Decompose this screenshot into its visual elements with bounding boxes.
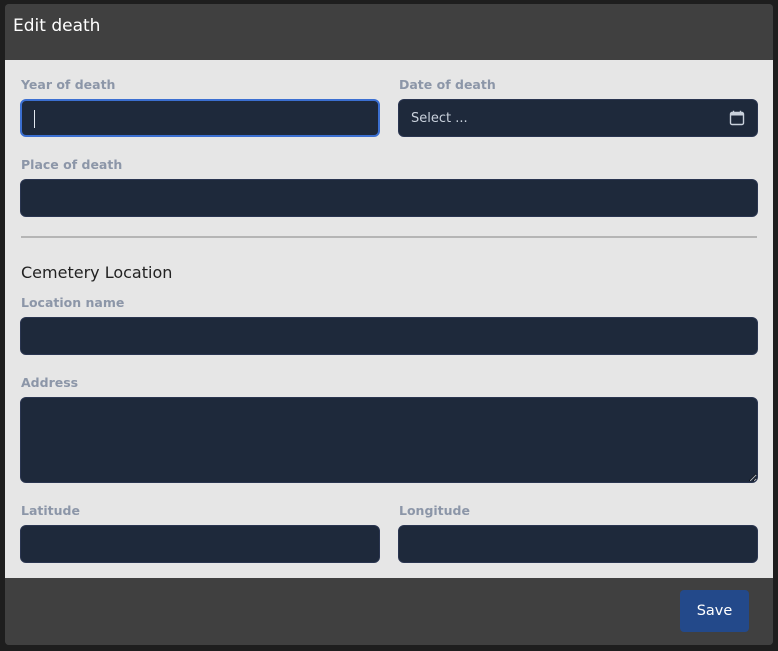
place-of-death-input[interactable] bbox=[20, 179, 758, 217]
save-button[interactable]: Save bbox=[680, 590, 749, 632]
dialog-header: Edit death bbox=[5, 4, 773, 60]
edit-death-dialog: Edit death Year of death Date of death S… bbox=[5, 4, 773, 645]
dialog-body: Year of death Date of death Select ... P… bbox=[5, 60, 773, 578]
date-placeholder: Select ... bbox=[411, 110, 468, 126]
text-caret bbox=[34, 110, 35, 128]
latitude-label: Latitude bbox=[21, 503, 80, 518]
dialog-title: Edit death bbox=[13, 16, 101, 36]
latitude-input[interactable] bbox=[20, 525, 380, 563]
year-of-death-input[interactable] bbox=[20, 99, 380, 137]
year-of-death-label: Year of death bbox=[21, 77, 116, 92]
longitude-input[interactable] bbox=[398, 525, 758, 563]
cemetery-section-title: Cemetery Location bbox=[21, 263, 173, 282]
longitude-label: Longitude bbox=[399, 503, 470, 518]
address-label: Address bbox=[21, 375, 79, 390]
date-of-death-label: Date of death bbox=[399, 77, 496, 92]
location-name-input[interactable] bbox=[20, 317, 758, 355]
location-name-label: Location name bbox=[21, 295, 125, 310]
dialog-footer: Save bbox=[5, 578, 773, 645]
place-of-death-label: Place of death bbox=[21, 157, 123, 172]
date-of-death-picker[interactable]: Select ... bbox=[398, 99, 758, 137]
address-textarea[interactable] bbox=[20, 397, 758, 483]
section-divider bbox=[21, 236, 757, 238]
calendar-icon[interactable] bbox=[729, 110, 745, 126]
